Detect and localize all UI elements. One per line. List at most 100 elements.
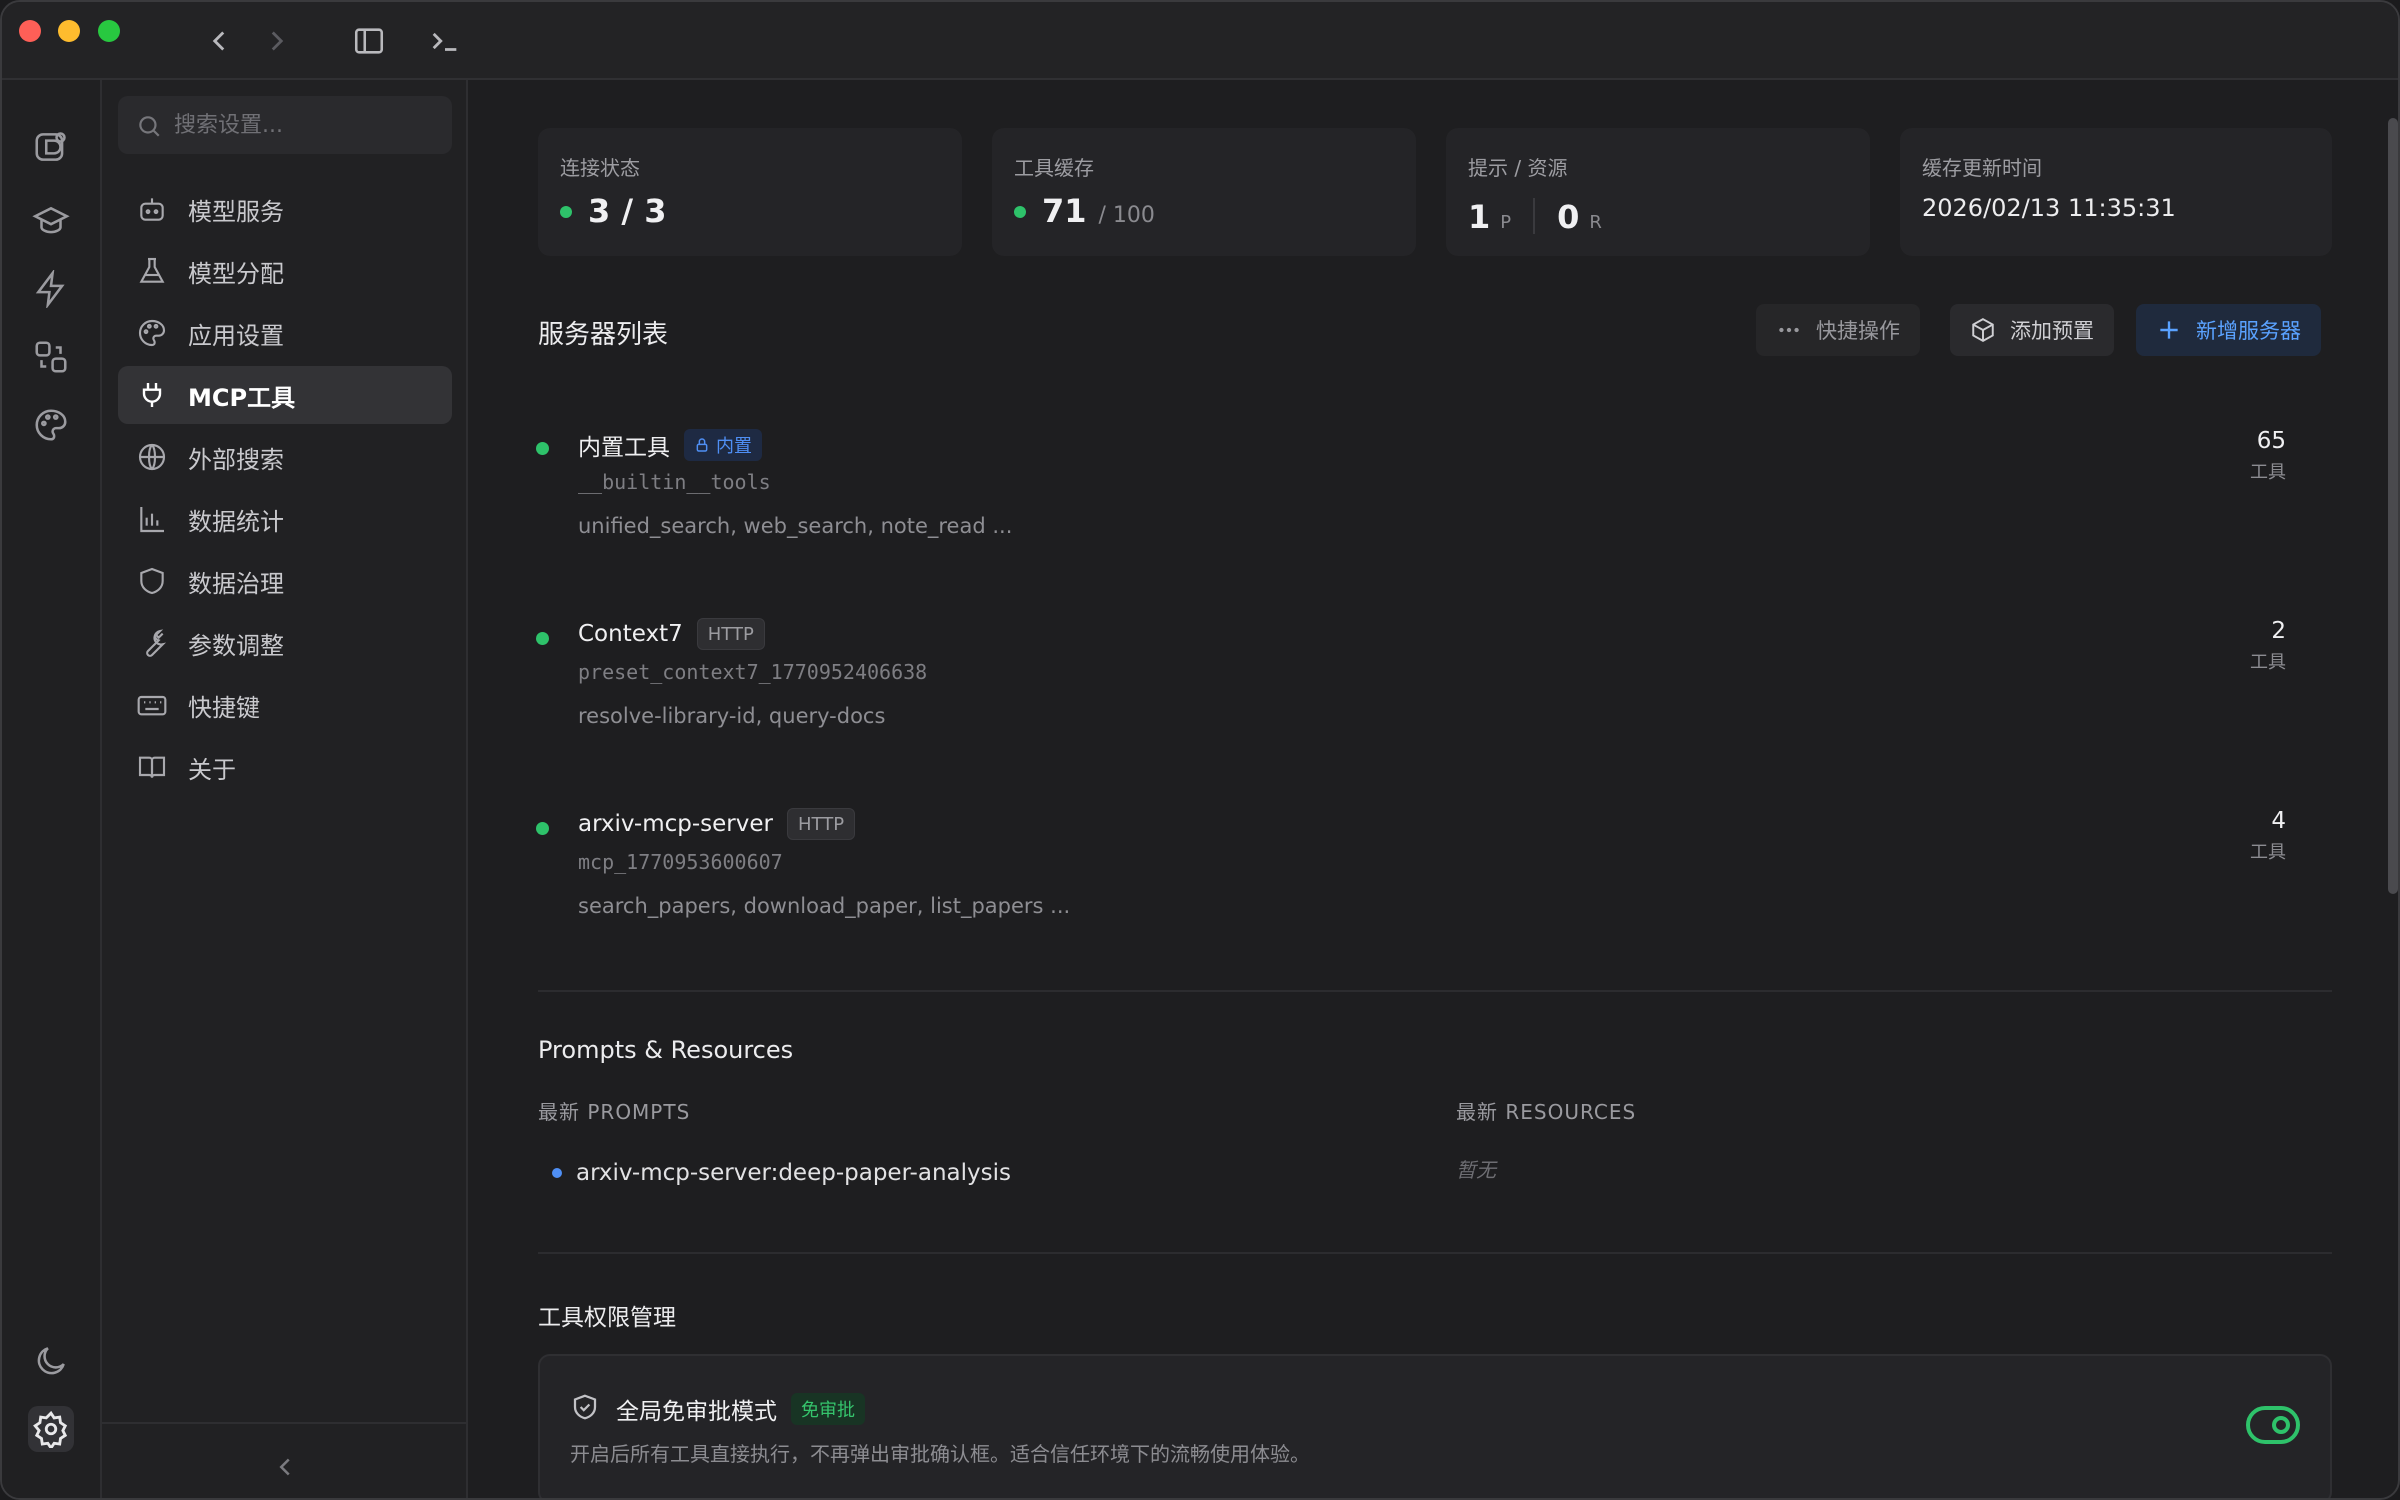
global-approval-toggle[interactable] <box>2246 1406 2300 1444</box>
cache-updated-time: 2026/02/13 11:35:31 <box>1922 194 2176 222</box>
palette-icon[interactable] <box>28 402 74 448</box>
prompt-item[interactable]: arxiv-mcp-server:deep-paper-analysis <box>552 1160 1011 1186</box>
nav-item-about[interactable]: 关于 <box>118 738 452 796</box>
quick-actions-button[interactable]: 快捷操作 <box>1756 304 1920 356</box>
card-title-group: 全局免审批模式 免审批 <box>616 1392 865 1426</box>
status-dot <box>536 632 549 645</box>
graduation-cap-icon[interactable] <box>28 198 74 244</box>
add-preset-button[interactable]: 添加预置 <box>1950 304 2114 356</box>
server-list-title: 服务器列表 <box>538 320 669 350</box>
nav-item-label: 模型分配 <box>188 259 284 288</box>
nav-item-app-settings[interactable]: 应用设置 <box>118 304 452 362</box>
stat-label: 提示 / 资源 <box>1468 156 1568 180</box>
server-row-context7[interactable]: Context7 HTTP preset_context7_1770952406… <box>506 604 2286 754</box>
maximize-window-button[interactable] <box>98 20 120 42</box>
book-icon <box>138 756 166 778</box>
nav-item-data-governance[interactable]: 数据治理 <box>118 552 452 610</box>
no-approval-badge: 免审批 <box>791 1393 865 1425</box>
nav-item-mcp-tools[interactable]: MCP工具 <box>118 366 452 424</box>
scrollbar[interactable] <box>2388 118 2398 894</box>
tool-count: 65 工具 <box>2250 428 2286 484</box>
permissions-title: 工具权限管理 <box>538 1305 676 1331</box>
tool-count-unit: 工具 <box>2250 652 2286 673</box>
server-name: Context7 <box>578 621 683 647</box>
more-icon <box>1779 327 1799 333</box>
prompts-count: 1 <box>1468 198 1491 236</box>
bullet-dot <box>552 1168 562 1178</box>
notes-icon[interactable] <box>28 124 74 170</box>
server-row-arxiv[interactable]: arxiv-mcp-server HTTP mcp_1770953600607 … <box>506 794 2286 944</box>
collapse-sidebar-icon[interactable] <box>270 1452 300 1482</box>
stat-prompts-resources: 提示 / 资源 1P 0R <box>1446 128 1870 256</box>
tool-count-value: 2 <box>2271 618 2286 644</box>
server-tools: search_papers, download_paper, list_pape… <box>578 894 1071 918</box>
app-window: 模型服务 模型分配 应用设置 MCP工具 外部搜索 数据统计 数据治理 参数调 <box>0 0 2400 1500</box>
icon-rail <box>2 80 102 1498</box>
nav-item-label: 关于 <box>188 755 236 784</box>
status-dot <box>536 822 549 835</box>
nav-item-label: 数据统计 <box>188 507 284 536</box>
server-row-builtin[interactable]: 内置工具 内置 __builtin__tools unified_search,… <box>506 414 2286 564</box>
terminal-icon[interactable] <box>428 24 462 58</box>
stat-cache-updated: 缓存更新时间 2026/02/13 11:35:31 <box>1900 128 2332 256</box>
card-title: 全局免审批模式 <box>616 1399 777 1425</box>
resources-empty: 暂无 <box>1456 1158 1496 1182</box>
minimize-window-button[interactable] <box>58 20 80 42</box>
nav-item-label: 参数调整 <box>188 631 284 660</box>
dark-mode-icon[interactable] <box>28 1338 74 1384</box>
lock-icon <box>696 438 708 452</box>
forward-arrow-icon[interactable] <box>260 24 294 58</box>
flask-icon <box>139 257 165 283</box>
nav-item-statistics[interactable]: 数据统计 <box>118 490 452 548</box>
http-badge: HTTP <box>696 618 765 650</box>
shield-check-icon <box>573 1394 597 1420</box>
settings-gear-icon[interactable] <box>28 1406 74 1452</box>
settings-search-input[interactable] <box>174 96 434 154</box>
robot-icon <box>140 198 164 221</box>
server-name-group: 内置工具 内置 <box>578 428 762 462</box>
keyboard-icon <box>137 695 167 716</box>
status-dot <box>536 442 549 455</box>
sidebar-divider <box>102 1422 468 1424</box>
stat-tool-cache: 工具缓存 71 / 100 <box>992 128 1416 256</box>
server-tools: unified_search, web_search, note_read ..… <box>578 514 1013 538</box>
settings-search <box>118 96 452 154</box>
back-arrow-icon[interactable] <box>202 24 236 58</box>
convert-icon[interactable] <box>28 334 74 380</box>
lightning-icon[interactable] <box>28 266 74 312</box>
stat-value: 3 / 3 <box>560 192 667 230</box>
resources-count: 0 <box>1557 198 1580 236</box>
settings-sidebar: 模型服务 模型分配 应用设置 MCP工具 外部搜索 数据统计 数据治理 参数调 <box>102 80 468 1498</box>
title-bar <box>2 2 2398 80</box>
prompts-unit: P <box>1500 212 1512 233</box>
nav-item-parameters[interactable]: 参数调整 <box>118 614 452 672</box>
nav-item-external-search[interactable]: 外部搜索 <box>118 428 452 486</box>
cache-value: 71 <box>1042 192 1087 230</box>
add-preset-label: 添加预置 <box>2010 319 2094 343</box>
search-icon <box>139 116 160 137</box>
nav-item-shortcuts[interactable]: 快捷键 <box>118 676 452 734</box>
shield-icon <box>140 567 164 595</box>
main-content: 连接状态 3 / 3 工具缓存 71 / 100 提示 / 资源 1P 0R 缓存… <box>470 80 2398 1498</box>
palette-icon <box>138 319 166 347</box>
status-dot <box>1014 206 1026 218</box>
stat-value: 71 / 100 <box>1014 192 1155 230</box>
sidebar-toggle-icon[interactable] <box>352 24 386 58</box>
globe-icon <box>138 443 166 471</box>
nav-item-label: 模型服务 <box>188 197 284 226</box>
card-description: 开启后所有工具直接执行，不再弹出审批确认框。适合信任环境下的流畅使用体验。 <box>570 1442 1310 1466</box>
badge-label: 内置 <box>716 436 752 457</box>
tool-count-value: 65 <box>2256 428 2286 454</box>
stat-label: 连接状态 <box>560 156 640 180</box>
nav-item-model-service[interactable]: 模型服务 <box>118 180 452 238</box>
nav-item-label: 快捷键 <box>188 693 260 722</box>
global-approval-card: 全局免审批模式 免审批 开启后所有工具直接执行，不再弹出审批确认框。适合信任环境… <box>538 1354 2332 1498</box>
add-server-button[interactable]: 新增服务器 <box>2136 304 2321 356</box>
close-window-button[interactable] <box>19 20 41 42</box>
nav-item-model-assignment[interactable]: 模型分配 <box>118 242 452 300</box>
builtin-badge: 内置 <box>684 429 762 461</box>
server-id: __builtin__tools <box>578 470 771 494</box>
box-icon <box>1972 318 1994 342</box>
tool-count-value: 4 <box>2271 808 2286 834</box>
cache-total: / 100 <box>1098 203 1155 228</box>
